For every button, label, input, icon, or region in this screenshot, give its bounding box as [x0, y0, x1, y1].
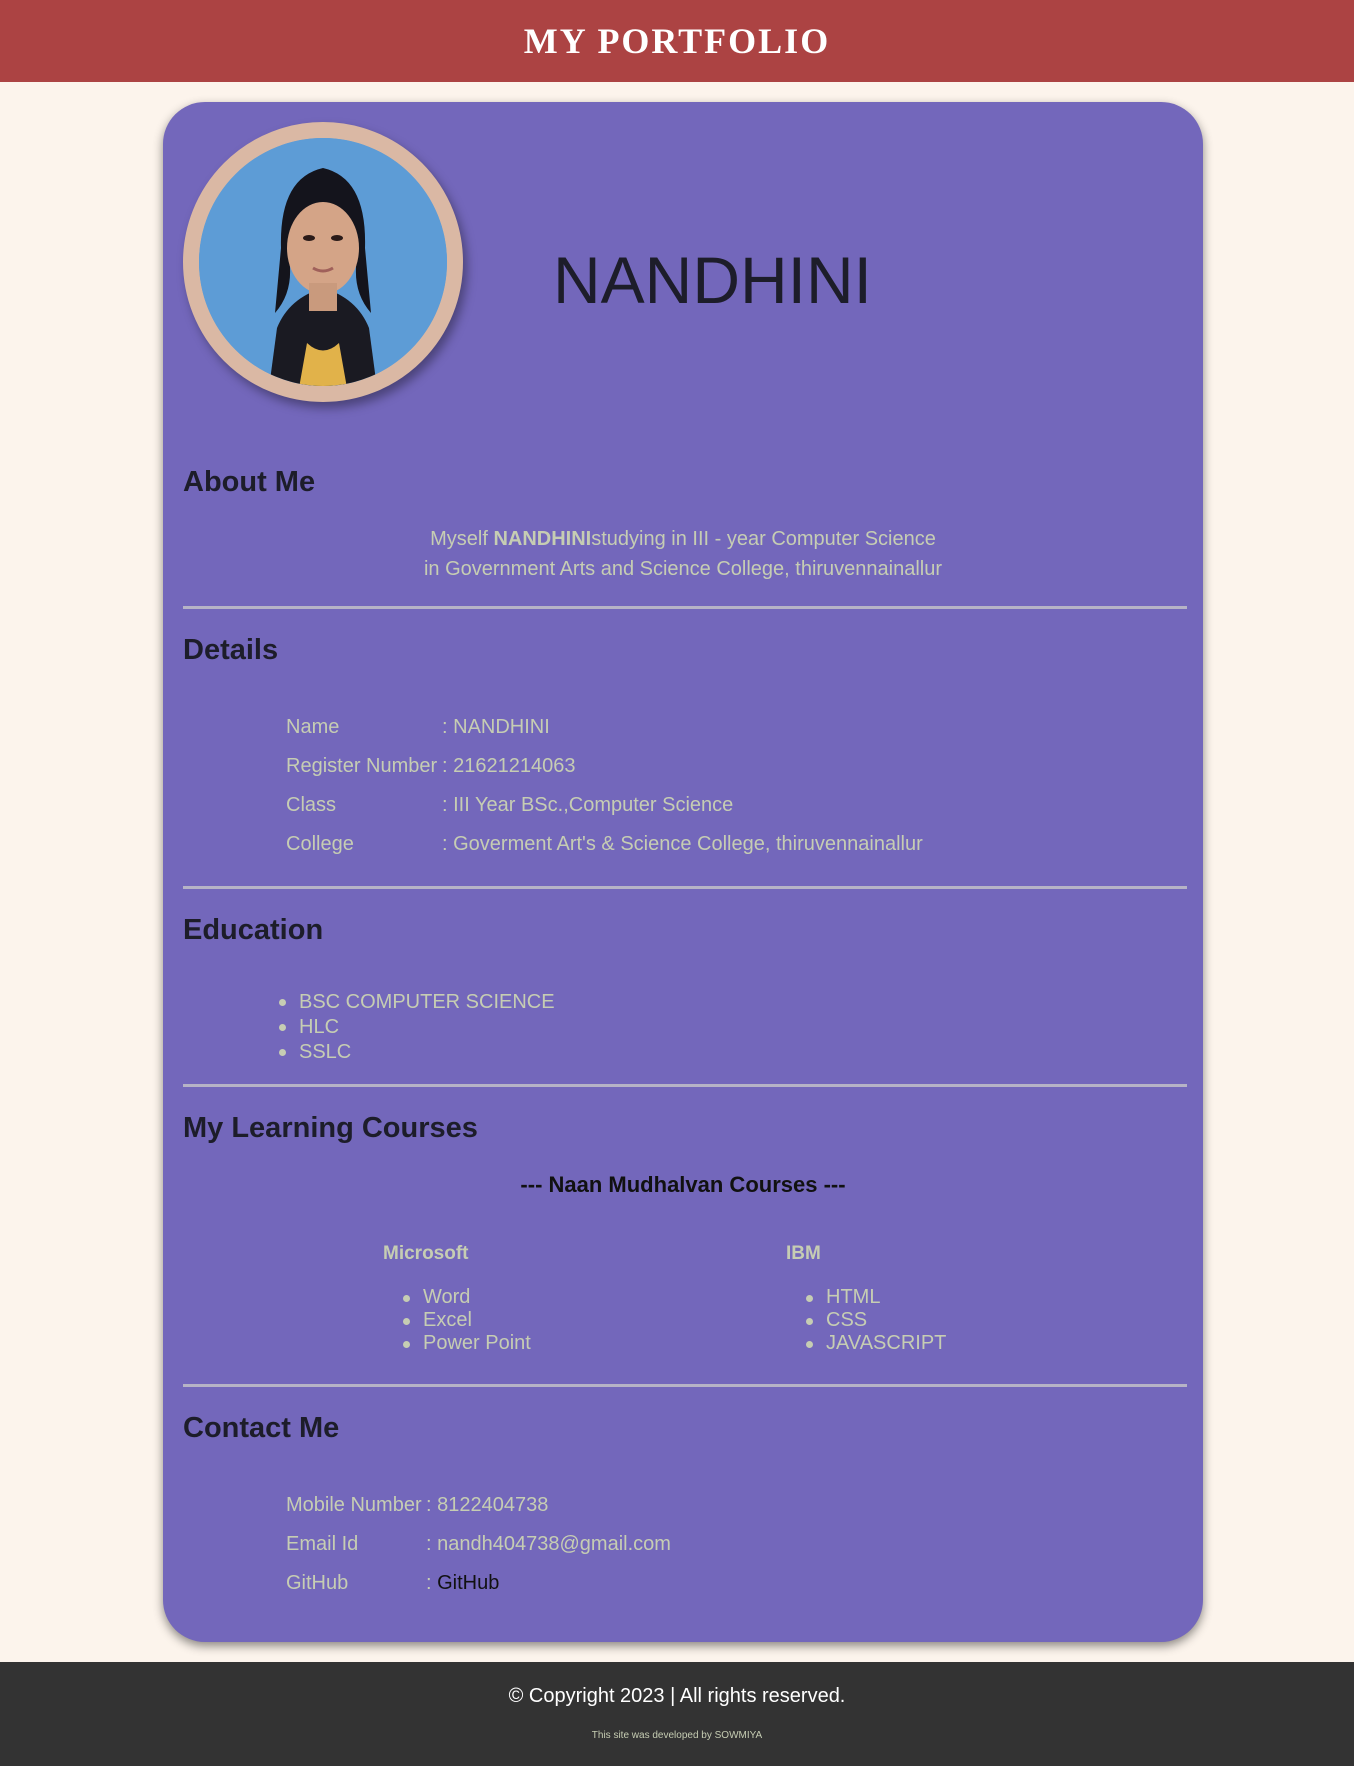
details-label: Class: [286, 794, 337, 816]
contact-label: Email Id: [286, 1533, 359, 1555]
list-item: Excel: [401, 1309, 531, 1332]
ibm-course-list: HTML CSS JAVASCRIPT: [804, 1286, 946, 1355]
microsoft-course-list: Word Excel Power Point: [401, 1286, 531, 1355]
separator: :: [442, 716, 448, 738]
details-label: College: [286, 833, 354, 855]
details-value: : 21621214063: [442, 755, 575, 778]
contact-value: : GitHub: [426, 1572, 499, 1595]
details-value: : NANDHINI: [442, 716, 550, 739]
separator: :: [426, 1572, 432, 1594]
about-line-2: in Government Arts and Science College, …: [423, 558, 943, 580]
details-value-text: NANDHINI: [453, 716, 550, 738]
details-label: Register Number: [286, 755, 438, 777]
site-footer: © Copyright 2023 | All rights reserved. …: [0, 1662, 1354, 1766]
portrait-image: [199, 138, 447, 386]
details-heading: Details: [183, 634, 279, 666]
list-item: JAVASCRIPT: [804, 1332, 946, 1355]
list-item: Power Point: [401, 1332, 531, 1355]
separator: :: [442, 794, 448, 816]
list-item: HTML: [804, 1286, 946, 1309]
list-item: CSS: [804, 1309, 946, 1332]
contact-value: : 8122404738: [426, 1494, 548, 1517]
portfolio-card: NANDHINI About Me Myself NANDHINIstudyin…: [163, 102, 1203, 1642]
profile-photo: [183, 122, 463, 402]
list-item: BSC COMPUTER SCIENCE: [277, 990, 555, 1015]
section-divider: [183, 886, 1187, 889]
details-value-text: 21621214063: [453, 755, 576, 777]
separator: :: [426, 1494, 432, 1516]
about-text: Myself NANDHINIstudying in III - year Co…: [163, 524, 1203, 584]
section-divider: [183, 606, 1187, 609]
email-address: nandh404738@gmail.com: [437, 1533, 671, 1555]
section-divider: [183, 1384, 1187, 1387]
details-label: Name: [286, 716, 340, 738]
separator: :: [426, 1533, 432, 1555]
site-title: MY PORTFOLIO: [523, 21, 831, 61]
about-line-1: Myself NANDHINIstudying in III - year Co…: [163, 524, 1203, 554]
github-link[interactable]: GitHub: [437, 1572, 499, 1594]
list-item: Word: [401, 1286, 531, 1309]
details-value-text: III Year BSc.,Computer Science: [453, 794, 734, 816]
separator: :: [442, 833, 448, 855]
about-line-1-rest: studying in III - year Computer Science: [591, 528, 936, 550]
courses-subtitle: --- Naan Mudhalvan Courses ---: [520, 1172, 846, 1197]
list-item: SSLC: [277, 1040, 555, 1065]
section-divider: [183, 1084, 1187, 1087]
details-value: : III Year BSc.,Computer Science: [442, 794, 733, 817]
developer-credit: This site was developed by SOWMIYA: [591, 1730, 763, 1741]
education-heading: Education: [183, 914, 324, 946]
contact-label: Mobile Number: [286, 1494, 422, 1516]
course-group-microsoft: Microsoft: [383, 1243, 469, 1264]
education-list: BSC COMPUTER SCIENCE HLC SSLC: [277, 990, 555, 1065]
site-header: MY PORTFOLIO: [0, 0, 1354, 82]
course-group-ibm: IBM: [786, 1243, 821, 1264]
about-name: NANDHINI: [493, 528, 592, 550]
mobile-number: 8122404738: [437, 1494, 549, 1516]
details-value-text: Goverment Art's & Science College, thiru…: [453, 833, 923, 855]
separator: :: [442, 755, 448, 777]
courses-heading: My Learning Courses: [183, 1112, 478, 1144]
hero-name: NANDHINI: [553, 243, 873, 317]
list-item: HLC: [277, 1015, 555, 1040]
copyright-text: © Copyright 2023 | All rights reserved.: [508, 1685, 846, 1707]
about-prefix: Myself: [430, 528, 494, 550]
details-value: : Goverment Art's & Science College, thi…: [442, 833, 923, 856]
contact-label: GitHub: [286, 1572, 349, 1594]
contact-heading: Contact Me: [183, 1412, 340, 1444]
about-heading: About Me: [183, 466, 316, 498]
contact-value: : nandh404738@gmail.com: [426, 1533, 671, 1556]
